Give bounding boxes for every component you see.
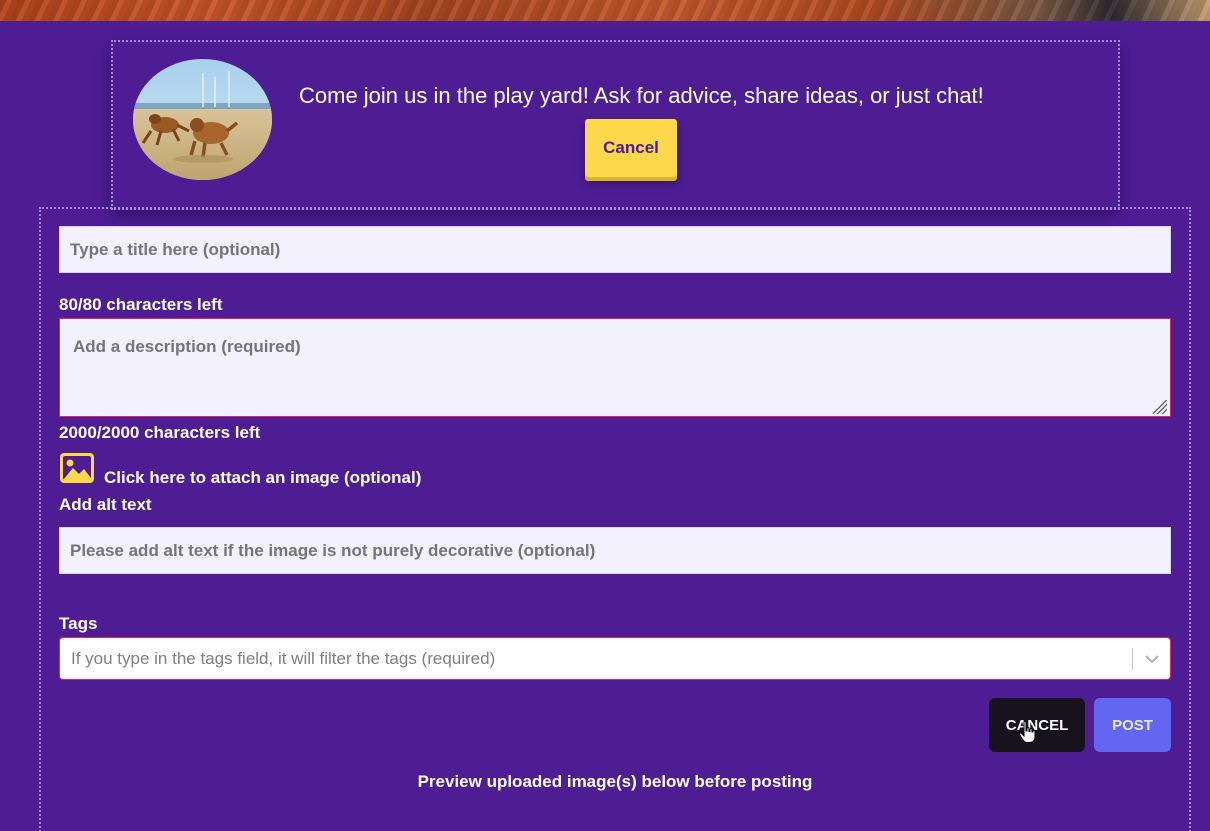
tags-select[interactable]: If you type in the tags field, it will f… (59, 637, 1171, 680)
header-banner-image (0, 0, 1210, 21)
attach-image-label: Click here to attach an image (optional) (104, 468, 422, 487)
title-character-counter: 80/80 characters left (59, 295, 223, 314)
hand-pointer-icon (1018, 720, 1036, 744)
description-textarea[interactable] (59, 318, 1171, 417)
preview-instructions: Preview uploaded image(s) below before p… (417, 772, 813, 791)
textarea-resize-handle[interactable] (1153, 400, 1167, 414)
chevron-down-icon[interactable] (1142, 650, 1162, 668)
community-avatar (133, 59, 272, 180)
tags-separator (1132, 648, 1133, 670)
welcome-message: Come join us in the play yard! Ask for a… (299, 83, 984, 108)
description-character-counter: 2000/2000 characters left (59, 423, 261, 442)
post-button[interactable]: POST (1094, 698, 1171, 752)
community-header-card: Come join us in the play yard! Ask for a… (111, 40, 1120, 210)
cancel-button[interactable]: CANCEL (989, 698, 1085, 752)
title-input[interactable] (59, 226, 1171, 273)
alt-text-input[interactable] (59, 527, 1171, 574)
alt-text-label: Add alt text (59, 495, 152, 514)
attach-image-button[interactable]: Click here to attach an image (optional) (59, 453, 422, 489)
header-cancel-button[interactable]: Cancel (585, 119, 677, 177)
image-icon (59, 452, 95, 489)
tags-placeholder: If you type in the tags field, it will f… (71, 649, 496, 668)
tags-label: Tags (59, 614, 98, 633)
